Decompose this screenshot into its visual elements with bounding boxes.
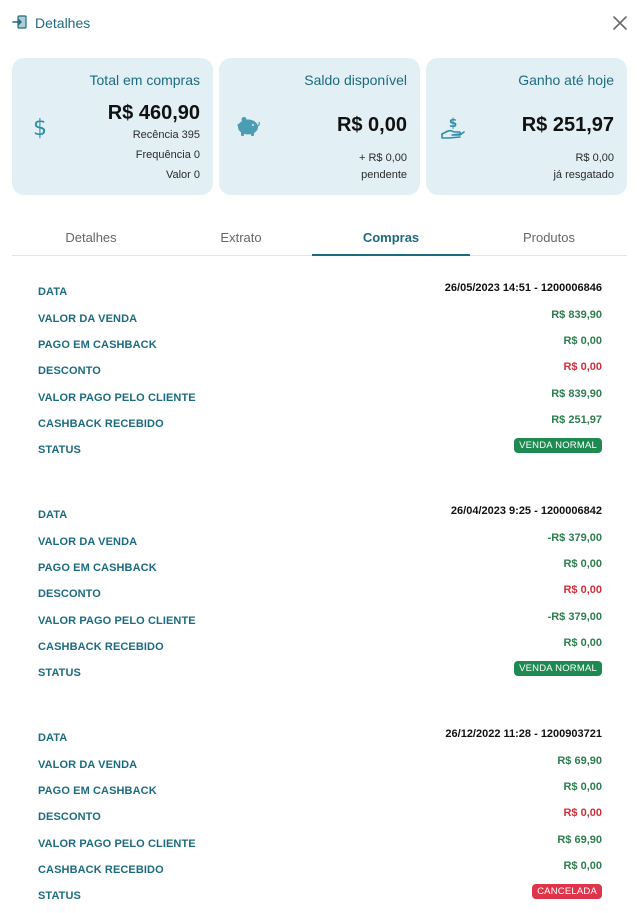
- date-row: DATA 26/04/2023 9:25 - 1200006842: [38, 505, 602, 529]
- svg-text:$: $: [449, 116, 457, 130]
- cashback-paid-value: R$ 0,00: [563, 335, 602, 347]
- date-value: 26/12/2022 11:28 - 1200903721: [445, 728, 602, 740]
- modal-title: Detalhes: [35, 15, 91, 31]
- date-row: DATA 26/12/2022 11:28 - 1200903721: [38, 728, 602, 752]
- valor-text: Valor 0: [165, 169, 200, 181]
- card-value: R$ 251,97: [521, 114, 614, 136]
- row-label: DESCONTO: [38, 588, 101, 600]
- discount-value: R$ 0,00: [563, 584, 602, 596]
- row-label: VALOR DA VENDA: [38, 536, 138, 548]
- date-value: 26/05/2023 14:51 - 1200006846: [444, 282, 602, 294]
- date-value: 26/04/2023 9:25 - 1200006842: [450, 505, 602, 517]
- customer-paid-row: VALOR PAGO PELO CLIENTE R$ 839,90: [38, 388, 602, 412]
- cashback-received-row: CASHBACK RECEBIDO R$ 0,00: [38, 637, 602, 661]
- cashback-received-row: CASHBACK RECEBIDO R$ 0,00: [38, 860, 602, 884]
- cashback-received-value: R$ 0,00: [563, 637, 602, 649]
- frequencia-text: Frequência 0: [135, 149, 200, 161]
- row-label: DESCONTO: [38, 811, 101, 823]
- row-label: STATUS: [38, 667, 81, 679]
- customer-paid-row: VALOR PAGO PELO CLIENTE R$ 69,90: [38, 834, 602, 858]
- pending-amount-text: + R$ 0,00: [358, 152, 407, 164]
- modal-header: Detalhes: [0, 0, 640, 46]
- row-label: PAGO EM CASHBACK: [38, 339, 157, 351]
- svg-text:$: $: [33, 116, 47, 140]
- status-badge: VENDA NORMAL: [514, 661, 602, 676]
- customer-paid-row: VALOR PAGO PELO CLIENTE -R$ 379,00: [38, 611, 602, 635]
- discount-row: DESCONTO R$ 0,00: [38, 807, 602, 831]
- row-label: DATA: [38, 732, 68, 744]
- sale-value-row: VALOR DA VENDA R$ 839,90: [38, 309, 602, 333]
- pending-label-text: pendente: [361, 169, 407, 181]
- close-icon[interactable]: [610, 13, 630, 33]
- tab-compras[interactable]: Compras: [312, 222, 470, 256]
- cashback-received-value: R$ 251,97: [551, 414, 602, 426]
- status-row: STATUS CANCELADA: [38, 884, 602, 910]
- cashback-paid-row: PAGO EM CASHBACK R$ 0,00: [38, 781, 602, 805]
- dollar-icon: $: [33, 116, 47, 140]
- cashback-paid-value: R$ 0,00: [563, 781, 602, 793]
- sale-value: -R$ 379,00: [547, 532, 602, 544]
- row-label: STATUS: [38, 890, 81, 902]
- row-label: VALOR PAGO PELO CLIENTE: [38, 615, 196, 627]
- status-badge: CANCELADA: [532, 884, 602, 899]
- cashback-paid-row: PAGO EM CASHBACK R$ 0,00: [38, 335, 602, 359]
- status-badge: VENDA NORMAL: [514, 438, 602, 453]
- available-balance-card: Saldo disponível R$ 0,00 + R$ 0,00 pende…: [219, 58, 420, 195]
- card-value: R$ 460,90: [107, 102, 200, 124]
- sale-value-row: VALOR DA VENDA R$ 69,90: [38, 755, 602, 779]
- card-value: R$ 0,00: [336, 114, 407, 136]
- row-label: CASHBACK RECEBIDO: [38, 641, 164, 653]
- cashback-paid-row: PAGO EM CASHBACK R$ 0,00: [38, 558, 602, 582]
- sale-value: R$ 839,90: [551, 309, 602, 321]
- row-label: DATA: [38, 286, 68, 298]
- tab-extrato[interactable]: Extrato: [162, 222, 320, 256]
- cashback-received-row: CASHBACK RECEBIDO R$ 251,97: [38, 414, 602, 438]
- hand-money-icon: $: [441, 116, 465, 139]
- card-title: Total em compras: [89, 72, 200, 88]
- row-label: PAGO EM CASHBACK: [38, 785, 157, 797]
- piggy-bank-icon: [237, 117, 260, 136]
- row-label: CASHBACK RECEBIDO: [38, 418, 164, 430]
- discount-value: R$ 0,00: [563, 807, 602, 819]
- sale-value-row: VALOR DA VENDA -R$ 379,00: [38, 532, 602, 556]
- status-row: STATUS VENDA NORMAL: [38, 661, 602, 687]
- tab-detalhes[interactable]: Detalhes: [12, 222, 170, 256]
- earned-to-date-card: Ganho até hoje $ R$ 251,97 R$ 0,00 já re…: [426, 58, 627, 195]
- card-title: Saldo disponível: [304, 72, 407, 88]
- row-label: VALOR DA VENDA: [38, 759, 138, 771]
- total-purchases-card: Total em compras $ R$ 460,90 Recência 39…: [12, 58, 213, 195]
- discount-value: R$ 0,00: [563, 361, 602, 373]
- row-label: DATA: [38, 509, 68, 521]
- card-title: Ganho até hoje: [518, 72, 614, 88]
- recencia-text: Recência 395: [132, 129, 200, 141]
- sale-value: R$ 69,90: [557, 755, 602, 767]
- date-row: DATA 26/05/2023 14:51 - 1200006846: [38, 282, 602, 306]
- tab-bar: Detalhes Extrato Compras Produtos: [12, 222, 627, 256]
- redeemed-amount-text: R$ 0,00: [575, 152, 614, 164]
- discount-row: DESCONTO R$ 0,00: [38, 584, 602, 608]
- customer-paid-value: R$ 839,90: [551, 388, 602, 400]
- discount-row: DESCONTO R$ 0,00: [38, 361, 602, 385]
- row-label: DESCONTO: [38, 365, 101, 377]
- row-label: VALOR DA VENDA: [38, 313, 138, 325]
- customer-paid-value: R$ 69,90: [557, 834, 602, 846]
- redeemed-label-text: já resgatado: [553, 169, 614, 181]
- exit-door-icon: [12, 15, 27, 29]
- cashback-received-value: R$ 0,00: [563, 860, 602, 872]
- row-label: STATUS: [38, 444, 81, 456]
- customer-paid-value: -R$ 379,00: [547, 611, 602, 623]
- status-row: STATUS VENDA NORMAL: [38, 438, 602, 464]
- row-label: VALOR PAGO PELO CLIENTE: [38, 838, 196, 850]
- tab-produtos[interactable]: Produtos: [470, 222, 628, 256]
- row-label: VALOR PAGO PELO CLIENTE: [38, 392, 196, 404]
- row-label: CASHBACK RECEBIDO: [38, 864, 164, 876]
- row-label: PAGO EM CASHBACK: [38, 562, 157, 574]
- cashback-paid-value: R$ 0,00: [563, 558, 602, 570]
